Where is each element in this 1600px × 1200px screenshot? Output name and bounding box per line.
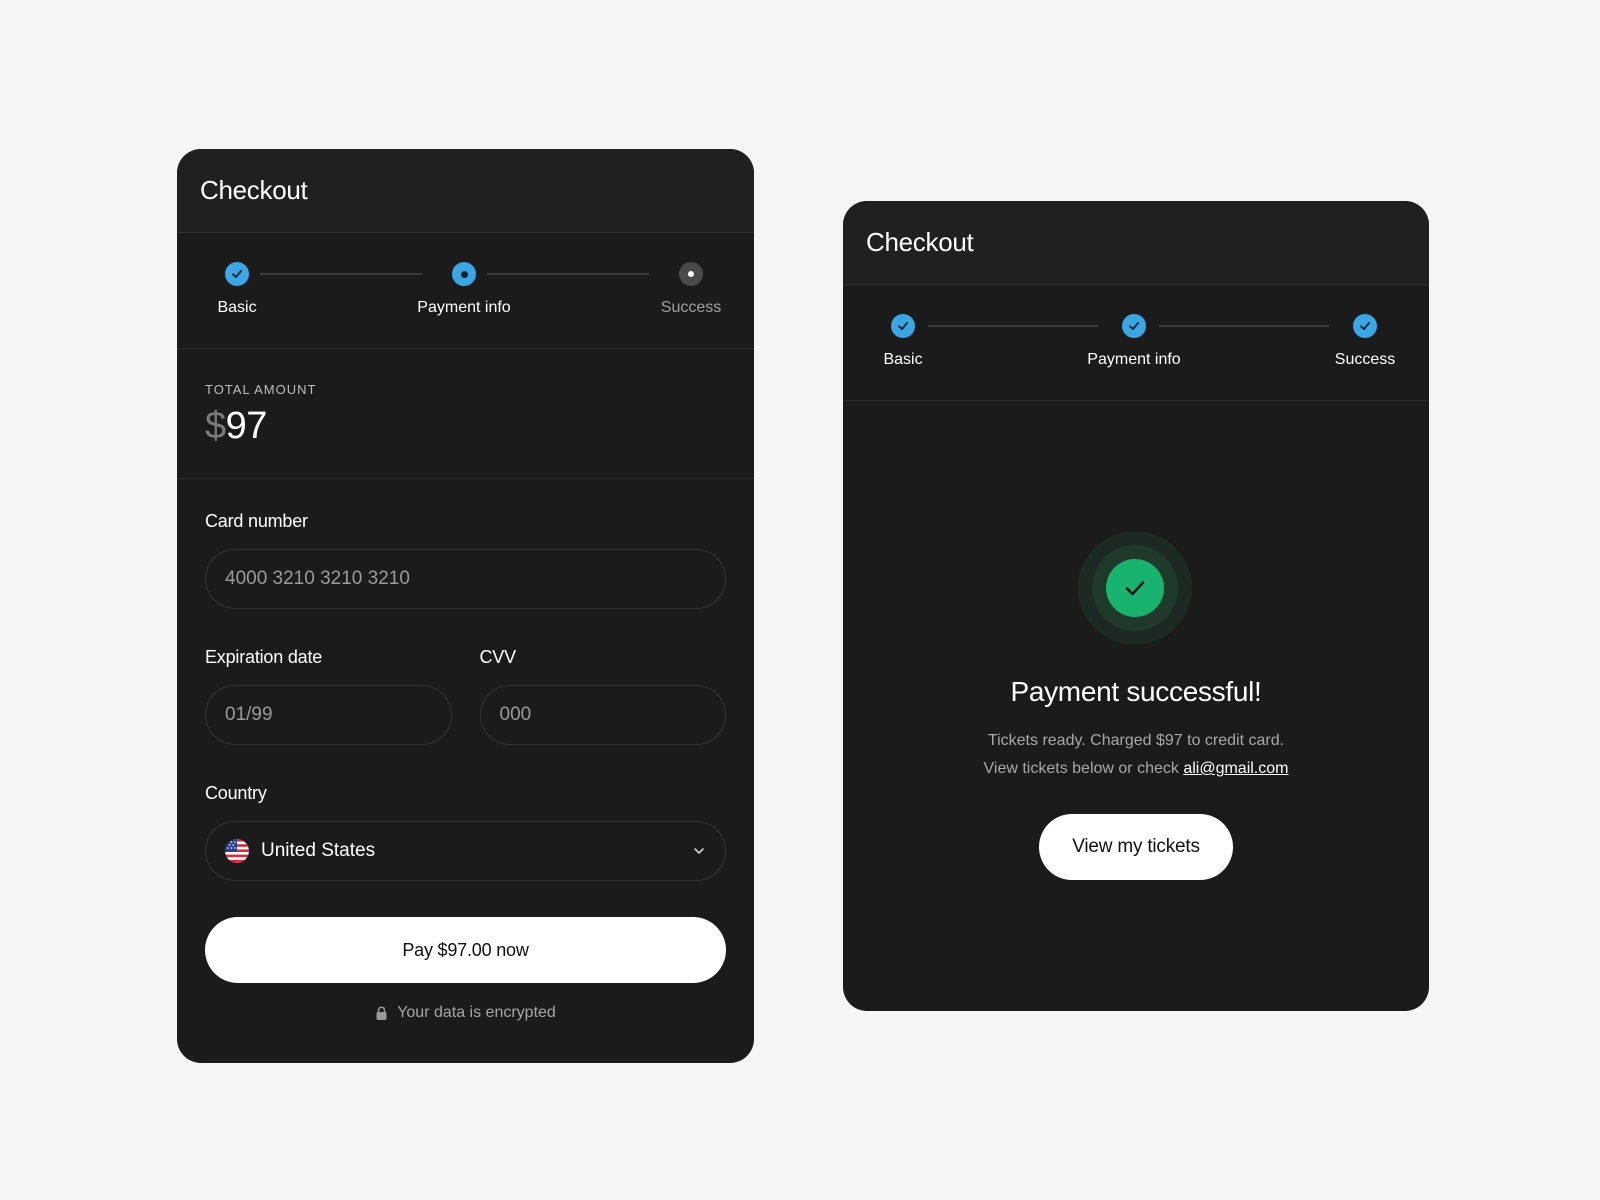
payment-form: Card number 4000 3210 3210 3210 Expirati… [177, 479, 754, 1022]
step-success[interactable]: Success [631, 233, 751, 349]
step-payment-info[interactable]: Payment info [1074, 285, 1194, 401]
step-label: Payment info [1087, 351, 1181, 368]
success-body: Payment successful! Tickets ready. Charg… [843, 401, 1429, 1009]
country-select[interactable]: United States [205, 821, 726, 881]
country-group: Country United States [205, 783, 726, 881]
lock-icon [376, 1006, 387, 1020]
country-label: Country [205, 783, 267, 803]
stepper: Basic Payment info Success [843, 285, 1429, 401]
secure-note-text: Your data is encrypted [397, 1004, 556, 1021]
expiration-label: Expiration date [205, 647, 323, 667]
total-amount-label: TOTAL AMOUNT [205, 382, 317, 397]
card-title: Checkout [200, 175, 308, 205]
step-label: Success [660, 299, 722, 316]
secure-note: Your data is encrypted [205, 1004, 726, 1022]
total-amount-value: $97 [205, 405, 726, 448]
check-icon [1122, 314, 1146, 338]
step-label: Success [1334, 351, 1396, 368]
success-message: Tickets ready. Charged $97 to credit car… [843, 727, 1429, 783]
step-payment-info[interactable]: Payment info [404, 233, 524, 349]
email-link[interactable]: ali@gmail.com [1183, 760, 1288, 777]
step-label: Basic [883, 351, 923, 368]
chevron-down-icon [694, 848, 704, 854]
country-select-value: United States [225, 839, 375, 863]
step-label: Payment info [417, 299, 511, 316]
pending-step-icon [679, 262, 703, 286]
checkout-success-card: Checkout Basic Payment info Success Paym… [843, 201, 1429, 1011]
page: Checkout Basic Payment info Success TOTA… [0, 0, 1600, 1200]
success-title: Payment successful! [1010, 676, 1262, 707]
success-line-2: View tickets below or check ali@gmail.co… [843, 755, 1429, 783]
pay-button[interactable]: Pay $97.00 now [205, 917, 726, 983]
card-header: Checkout [177, 149, 754, 233]
check-icon [225, 262, 249, 286]
total-amount-section: TOTAL AMOUNT $97 [177, 349, 754, 479]
cvv-group: CVV 000 [479, 647, 726, 745]
expiration-group: Expiration date 01/99 [205, 647, 452, 745]
check-icon [891, 314, 915, 338]
expiry-cvv-row: Expiration date 01/99 CVV 000 [205, 647, 726, 745]
view-tickets-button[interactable]: View my tickets [1039, 814, 1233, 880]
step-success[interactable]: Success [1305, 285, 1425, 401]
checkout-form-card: Checkout Basic Payment info Success TOTA… [177, 149, 754, 1063]
country-value: United States [261, 840, 376, 861]
success-badge [1078, 531, 1192, 645]
step-basic[interactable]: Basic [177, 233, 297, 349]
expiration-input[interactable]: 01/99 [205, 685, 452, 745]
step-label: Basic [217, 299, 257, 316]
us-flag-icon [225, 839, 249, 863]
cvv-label: CVV [479, 647, 517, 667]
card-title: Checkout [866, 227, 974, 257]
check-icon [1353, 314, 1377, 338]
current-step-icon [452, 262, 476, 286]
step-basic[interactable]: Basic [843, 285, 963, 401]
success-check-icon [1106, 559, 1164, 617]
success-line-2-text: View tickets below or check [983, 760, 1184, 777]
stepper: Basic Payment info Success [177, 233, 754, 349]
card-header: Checkout [843, 201, 1429, 285]
success-badge-ring [1092, 545, 1178, 631]
success-line-1: Tickets ready. Charged $97 to credit car… [987, 732, 1285, 749]
card-number-input[interactable]: 4000 3210 3210 3210 [205, 549, 726, 609]
amount-number: 97 [225, 405, 268, 447]
card-number-label: Card number [205, 511, 308, 531]
currency-symbol: $ [205, 405, 226, 447]
cvv-input[interactable]: 000 [479, 685, 726, 745]
card-number-group: Card number 4000 3210 3210 3210 [205, 479, 726, 609]
